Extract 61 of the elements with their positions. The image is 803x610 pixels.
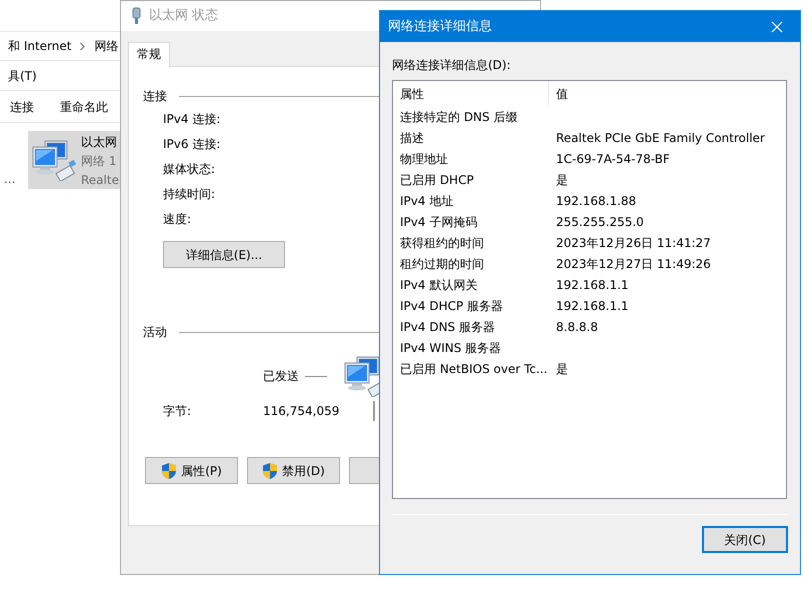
breadcrumb-item[interactable]: 网络 xyxy=(94,37,118,55)
property-cell-text: IPv4 子网掩码 xyxy=(399,214,478,230)
value-cell-text: 255.255.255.0 xyxy=(555,214,644,230)
toolbar-item[interactable]: 重命名此 xyxy=(60,98,108,116)
close-button[interactable]: 关闭(C) xyxy=(702,526,788,553)
property-cell-text: IPv4 DNS 服务器 xyxy=(399,318,496,336)
sent-label: 已发送 xyxy=(263,368,299,385)
value-cell-text: 是 xyxy=(555,360,568,378)
disable-button[interactable]: 禁用(D) xyxy=(247,457,340,484)
breadcrumb-item[interactable]: 和 Internet xyxy=(8,37,72,55)
bytes-value: 116,754,059 xyxy=(263,403,340,420)
menu-item[interactable]: 具(T) xyxy=(8,66,37,84)
adapter-name: 以太网 xyxy=(81,134,118,151)
value-cell-text: 192.168.1.1 xyxy=(555,298,629,314)
item-label: ... xyxy=(4,171,16,188)
close-icon xyxy=(771,20,783,32)
window-title: 网络连接详细信息 xyxy=(388,18,492,36)
field-label: 持续时间: xyxy=(163,186,216,203)
adapter-network: 网络 1 xyxy=(81,153,118,170)
property-cell-text: 物理地址 xyxy=(399,150,449,168)
property-cell-text: 描述 xyxy=(399,130,425,146)
property-cell-text: 已启用 DHCP xyxy=(399,172,475,188)
property-cell-text: IPv4 DHCP 服务器 xyxy=(399,298,504,314)
bytes-label: 字节: xyxy=(163,403,192,420)
value-cell-text: 192.168.1.1 xyxy=(555,276,629,294)
chevron-right-icon xyxy=(79,42,86,50)
details-button[interactable]: 详细信息(E)... xyxy=(163,241,285,268)
field-label: IPv6 连接: xyxy=(163,136,220,153)
column-header[interactable]: 属性 xyxy=(393,81,549,106)
shield-icon xyxy=(262,462,278,480)
shield-icon xyxy=(161,462,178,480)
window-title: 以太网 状态 xyxy=(149,7,218,26)
value-cell-text: Realtek PCIe GbE Family Controller xyxy=(555,130,765,146)
field-label: 媒体状态: xyxy=(163,161,216,178)
property-cell-text: IPv4 默认网关 xyxy=(399,276,478,294)
value-cell-text: 是 xyxy=(555,172,568,188)
group-heading: 连接 xyxy=(143,88,167,105)
value-cell-text: 2023年12月27日 11:49:26 xyxy=(555,256,711,272)
tab[interactable]: 常规 xyxy=(128,42,170,67)
property-cell-text: 获得租约的时间 xyxy=(399,234,485,252)
column-header[interactable]: 值 xyxy=(549,84,568,102)
group-heading: 活动 xyxy=(143,324,167,341)
list-label: 网络连接详细信息(D): xyxy=(392,58,511,73)
value-cell-text: 1C-69-7A-54-78-BF xyxy=(555,150,670,168)
toolbar-item[interactable]: 连接 xyxy=(10,98,34,116)
property-cell-text: IPv4 地址 xyxy=(399,192,454,210)
properties-button[interactable]: 属性(P) xyxy=(145,457,238,484)
adapter-item[interactable]: 以太网 网络 1 Realte xyxy=(28,131,121,189)
action-button[interactable] xyxy=(349,457,380,484)
property-cell-text: 已启用 NetBIOS over Tc... xyxy=(399,360,548,378)
value-cell-text: 2023年12月26日 11:41:27 xyxy=(555,234,711,252)
network-icon xyxy=(31,139,77,181)
value-cell-text: 192.168.1.88 xyxy=(555,192,636,210)
value-cell-text: 8.8.8.8 xyxy=(555,318,598,336)
field-label: 速度: xyxy=(163,211,192,228)
property-cell-text: 连接特定的 DNS 后缀 xyxy=(399,108,518,126)
field-label: IPv4 连接: xyxy=(163,111,220,128)
plug-icon xyxy=(132,7,141,25)
property-cell-text: 租约过期的时间 xyxy=(399,256,485,272)
adapter-device: Realte xyxy=(81,172,119,189)
property-cell-text: IPv4 WINS 服务器 xyxy=(399,340,502,356)
